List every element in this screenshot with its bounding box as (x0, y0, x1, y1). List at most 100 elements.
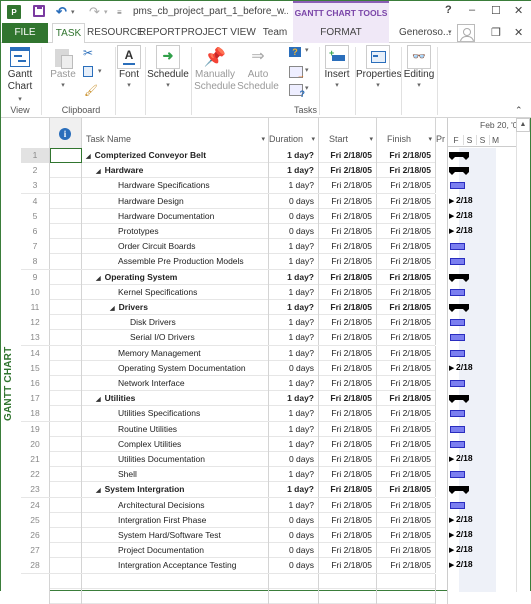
mode-icon[interactable]: ? (289, 84, 305, 99)
task-row[interactable]: 20 Complex Utilities 1 day? Fri 2/18/05 Fri … (21, 436, 448, 452)
duration-cell[interactable]: 1 day? (269, 467, 319, 483)
duration-cell[interactable]: 1 day? (269, 148, 319, 163)
undo-icon[interactable]: ↶ (56, 4, 67, 19)
duration-cell[interactable]: 1 day? (269, 178, 319, 194)
start-cell[interactable]: Fri 2/18/05 (319, 193, 377, 209)
task-name-cell[interactable]: Shell (82, 467, 269, 483)
duration-cell[interactable]: 0 days (269, 528, 319, 543)
duration-cell[interactable]: 0 days (269, 543, 319, 559)
finish-cell[interactable]: Fri 2/18/05 (377, 467, 436, 483)
task-row[interactable]: 17 ◢ Utilities 1 day? Fri 2/18/05 Fri 2/18/05 (21, 391, 448, 407)
indicator-cell[interactable] (50, 436, 82, 452)
start-cell[interactable]: Fri 2/18/05 (319, 482, 377, 498)
start-header[interactable]: Start ▾ (319, 118, 377, 148)
duration-header[interactable]: Duration ▾ (269, 118, 319, 148)
empty-row[interactable] (21, 588, 448, 604)
user-dropdown-icon[interactable]: ▾ (448, 28, 452, 36)
milestone-marker-icon[interactable]: ▶ (449, 212, 454, 220)
start-cell[interactable]: Fri 2/18/05 (319, 558, 377, 574)
user-avatar[interactable] (457, 24, 475, 42)
customize-toolbar-icon[interactable]: ≡ (117, 5, 122, 19)
collapse-triangle-icon[interactable]: ◢ (96, 272, 101, 285)
finish-cell[interactable]: Fri 2/18/05 (377, 300, 436, 315)
indicator-cell[interactable] (50, 178, 82, 194)
start-cell[interactable]: Fri 2/18/05 (319, 269, 377, 285)
task-bar[interactable] (450, 182, 465, 190)
task-row[interactable]: 26 System Hard/Software Test 0 days Fri 2/1… (21, 528, 448, 544)
move-dropdown-icon[interactable]: ▾ (305, 66, 319, 78)
finish-cell[interactable]: Fri 2/18/05 (377, 406, 436, 422)
row-id[interactable]: 28 (21, 558, 50, 574)
finish-cell[interactable]: Fri 2/18/05 (377, 543, 436, 559)
duration-cell[interactable]: 1 day? (269, 421, 319, 437)
row-id[interactable]: 27 (21, 543, 50, 559)
move-task-icon[interactable]: → (289, 66, 305, 80)
indicator-cell[interactable] (50, 315, 82, 331)
row-id[interactable]: 12 (21, 315, 50, 331)
task-bar[interactable] (450, 288, 465, 296)
task-row[interactable]: 14 Memory Management 1 day? Fri 2/18/05 Fri … (21, 345, 448, 361)
start-cell[interactable]: Fri 2/18/05 (319, 421, 377, 437)
finish-cell[interactable]: Fri 2/18/05 (377, 330, 436, 346)
task-name-cell[interactable]: ◢ Utilities (82, 391, 269, 407)
task-name-cell[interactable]: Utilities Specifications (82, 406, 269, 422)
start-cell[interactable]: Fri 2/18/05 (319, 436, 377, 452)
row-id[interactable]: 9 (21, 269, 50, 285)
row-id[interactable]: 10 (21, 284, 50, 300)
task-row[interactable]: 5 Hardware Documentation 0 days Fri 2/18/05… (21, 208, 448, 224)
duration-cell[interactable]: 1 day? (269, 254, 319, 270)
start-cell[interactable]: Fri 2/18/05 (319, 178, 377, 194)
finish-cell[interactable]: Fri 2/18/05 (377, 528, 436, 543)
task-name-cell[interactable]: Operating System Documentation (82, 360, 269, 376)
collapse-triangle-icon[interactable]: ◢ (96, 393, 101, 406)
row-id[interactable]: 5 (21, 208, 50, 224)
task-row[interactable]: 10 Kernel Specifications 1 day? Fri 2/18/05… (21, 284, 448, 300)
properties-button[interactable]: Properties ▾ (356, 45, 402, 91)
indicator-cell[interactable] (50, 300, 82, 315)
row-id[interactable]: 17 (21, 391, 50, 407)
task-row[interactable]: 2 ◢ Hardware 1 day? Fri 2/18/05 Fri 2/18/05 (21, 163, 448, 179)
scroll-up-button[interactable]: ▲ (516, 118, 530, 132)
indicators-header[interactable]: i (50, 118, 82, 148)
duration-cell[interactable]: 1 day? (269, 376, 319, 391)
close-button[interactable]: ✕ (514, 4, 523, 17)
indicator-cell[interactable] (50, 269, 82, 285)
duration-cell[interactable]: 1 day? (269, 239, 319, 255)
cut-icon[interactable]: ✂ (83, 46, 97, 60)
copy-dropdown-icon[interactable]: ▾ (98, 67, 112, 79)
milestone-marker-icon[interactable]: ▶ (449, 516, 454, 524)
summary-bar[interactable] (449, 395, 469, 404)
start-cell[interactable]: Fri 2/18/05 (319, 391, 377, 407)
row-id[interactable]: 6 (21, 224, 50, 239)
start-cell[interactable]: Fri 2/18/05 (319, 467, 377, 483)
row-id[interactable]: 1 (21, 148, 50, 163)
task-row[interactable]: 3 Hardware Specifications 1 day? Fri 2/18/0… (21, 178, 448, 194)
row-id[interactable]: 26 (21, 528, 50, 543)
row-id[interactable]: 20 (21, 436, 50, 452)
indicator-cell[interactable] (50, 482, 82, 498)
indicator-cell[interactable] (50, 512, 82, 528)
task-row[interactable]: 13 Serial I/O Drivers 1 day? Fri 2/18/05 Fri… (21, 330, 448, 346)
indicator-cell[interactable] (50, 497, 82, 513)
task-name-cell[interactable]: ◢ Drivers (82, 300, 269, 315)
finish-cell[interactable]: Fri 2/18/05 (377, 315, 436, 331)
finish-cell[interactable]: Fri 2/18/05 (377, 254, 436, 270)
task-name-cell[interactable]: Intergration First Phase (82, 512, 269, 528)
indicator-cell[interactable] (50, 224, 82, 239)
insert-button[interactable]: + Insert ▾ (321, 45, 353, 91)
collapse-triangle-icon[interactable]: ◢ (96, 484, 101, 497)
task-row[interactable]: 11 ◢ Drivers 1 day? Fri 2/18/05 Fri 2/18/05 (21, 300, 448, 316)
duration-cell[interactable]: 1 day? (269, 406, 319, 422)
indicator-cell[interactable] (50, 163, 82, 179)
finish-cell[interactable]: Fri 2/18/05 (377, 178, 436, 194)
duration-cell[interactable]: 1 day? (269, 163, 319, 179)
start-cell[interactable]: Fri 2/18/05 (319, 300, 377, 315)
duration-cell[interactable]: 1 day? (269, 482, 319, 498)
milestone-marker-icon[interactable]: ▶ (449, 364, 454, 372)
minimize-button[interactable]: – (469, 4, 475, 16)
indicator-cell[interactable] (50, 543, 82, 559)
row-id[interactable]: 22 (21, 467, 50, 483)
duration-cell[interactable]: 1 day? (269, 345, 319, 361)
start-cell[interactable]: Fri 2/18/05 (319, 208, 377, 224)
tab-format[interactable]: FORMAT (293, 23, 389, 43)
